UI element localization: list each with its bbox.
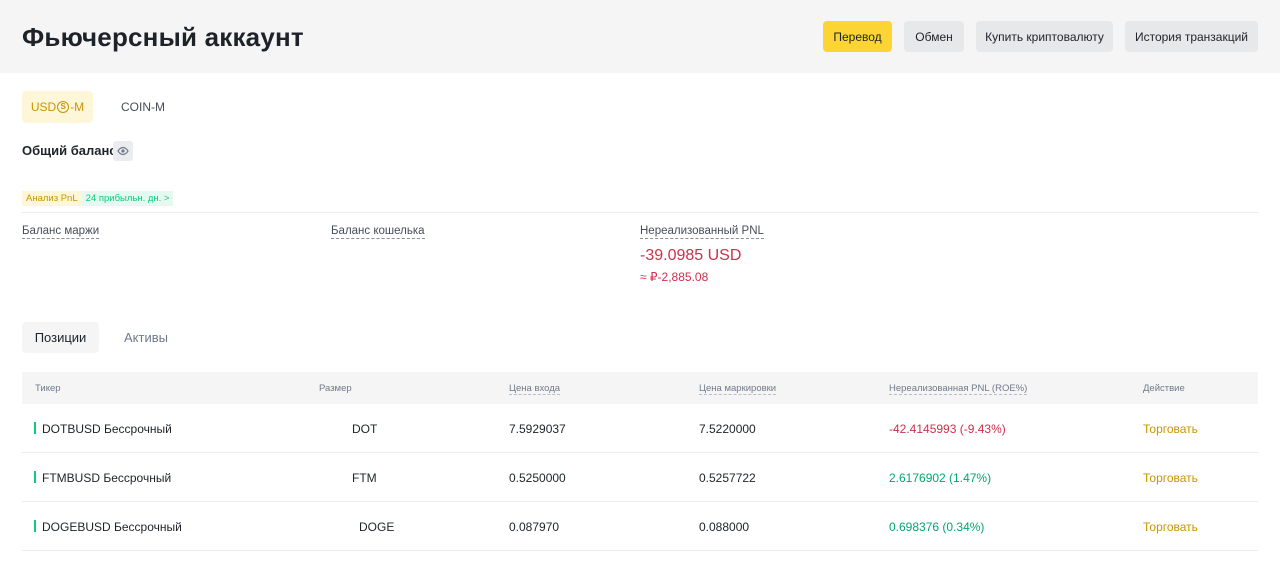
transaction-history-button[interactable]: История транзакций bbox=[1125, 21, 1258, 52]
row-mark-price: 0.088000 bbox=[699, 520, 750, 534]
wallet-balance-label[interactable]: Баланс кошелька bbox=[331, 225, 425, 239]
buy-crypto-button[interactable]: Купить криптовалюту bbox=[976, 21, 1113, 52]
tab-coin-m[interactable]: COIN-M bbox=[109, 91, 177, 123]
row-unrealized-pnl: 0.698376 (0.34%) bbox=[889, 520, 985, 534]
positions-table-header: Тикер Размер Цена входа Цена маркировки … bbox=[22, 372, 1258, 404]
row-unrealized-pnl: -42.4145993 (-9.43%) bbox=[889, 422, 1006, 436]
tab-usds-m[interactable]: USD S -M bbox=[22, 91, 93, 123]
row-ticker[interactable]: FTMBUSD Бессрочный bbox=[42, 471, 171, 485]
profit-days-badge: 24 прибыльн. дн. > bbox=[81, 191, 174, 206]
table-row: DOGEBUSD Бессрочный DOGE 0.087970 0.0880… bbox=[22, 502, 1258, 551]
trade-link[interactable]: Торговать bbox=[1143, 422, 1198, 436]
tab-positions[interactable]: Позиции bbox=[22, 322, 99, 353]
unrealized-pnl-value: -39.0985 USD bbox=[640, 247, 742, 264]
column-header-size: Размер bbox=[319, 383, 352, 394]
unrealized-pnl-approx: ≈ ₽-2,885.08 bbox=[640, 270, 709, 284]
toggle-visibility-button[interactable] bbox=[113, 141, 133, 161]
eye-icon bbox=[117, 146, 129, 156]
long-position-marker bbox=[34, 471, 36, 483]
pnl-analysis-link[interactable]: Анализ PnL 24 прибыльн. дн. > bbox=[22, 191, 174, 206]
row-mark-price: 0.5257722 bbox=[699, 471, 756, 485]
table-row: FTMBUSD Бессрочный FTM 0.5250000 0.52577… bbox=[22, 453, 1258, 502]
row-entry-price: 0.087970 bbox=[509, 520, 560, 534]
row-entry-price: 0.5250000 bbox=[509, 471, 566, 485]
column-header-action: Действие bbox=[1143, 383, 1185, 394]
column-header-mark-price[interactable]: Цена маркировки bbox=[699, 383, 777, 395]
row-ticker[interactable]: DOGEBUSD Бессрочный bbox=[42, 520, 182, 534]
total-balance-label: Общий баланс bbox=[22, 143, 117, 158]
exchange-button[interactable]: Обмен bbox=[904, 21, 964, 52]
row-size: DOGE bbox=[359, 520, 395, 534]
trade-link[interactable]: Торговать bbox=[1143, 520, 1198, 534]
row-mark-price: 7.5220000 bbox=[699, 422, 756, 436]
tab-usds-m-label-pre: USD bbox=[30, 100, 57, 114]
column-header-entry-price[interactable]: Цена входа bbox=[509, 383, 561, 395]
page-title: Фьючерсный аккаунт bbox=[22, 22, 304, 52]
transfer-button[interactable]: Перевод bbox=[823, 21, 892, 52]
long-position-marker bbox=[34, 422, 36, 434]
usds-coin-icon: S bbox=[57, 101, 70, 113]
long-position-marker bbox=[34, 520, 36, 532]
margin-balance-label[interactable]: Баланс маржи bbox=[22, 225, 100, 239]
row-entry-price: 7.5929037 bbox=[509, 422, 566, 436]
column-header-ticker: Тикер bbox=[35, 383, 61, 394]
page-header: Фьючерсный аккаунт Перевод Обмен Купить … bbox=[0, 0, 1280, 73]
table-row: DOTBUSD Бессрочный DOT 7.5929037 7.52200… bbox=[22, 404, 1258, 453]
row-size: DOT bbox=[352, 422, 378, 436]
divider bbox=[22, 212, 1258, 213]
tab-usds-m-label-post: -M bbox=[70, 100, 85, 114]
pnl-analysis-label: Анализ PnL bbox=[26, 193, 78, 204]
row-size: FTM bbox=[352, 471, 377, 485]
unrealized-pnl-label[interactable]: Нереализованный PNL bbox=[640, 225, 764, 239]
row-ticker[interactable]: DOTBUSD Бессрочный bbox=[42, 422, 172, 436]
trade-link[interactable]: Торговать bbox=[1143, 471, 1198, 485]
row-unrealized-pnl: 2.6176902 (1.47%) bbox=[889, 471, 992, 485]
column-header-unrealized-pnl[interactable]: Нереализованная PNL (ROE%) bbox=[889, 383, 1028, 395]
tab-assets[interactable]: Активы bbox=[109, 322, 183, 353]
